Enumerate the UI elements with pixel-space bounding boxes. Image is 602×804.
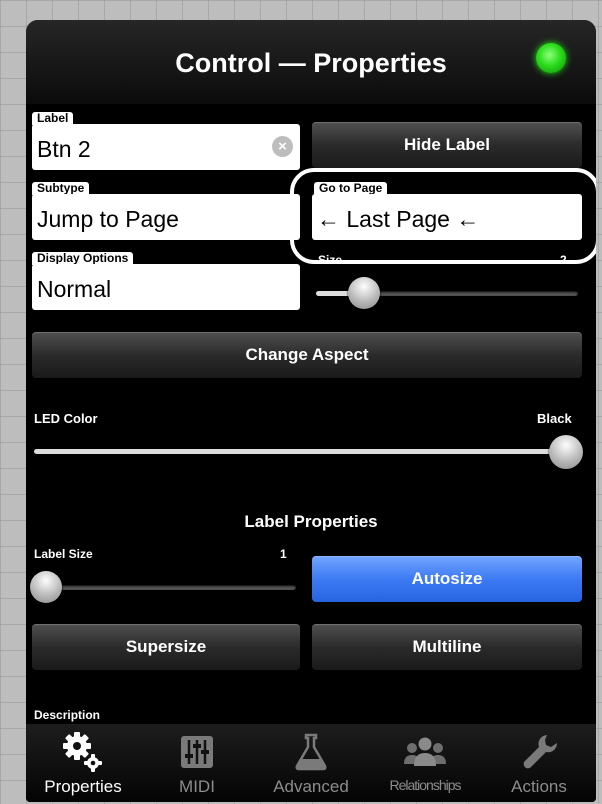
mixer-sliders-icon: [181, 736, 213, 768]
tab-advanced[interactable]: Advanced: [254, 724, 368, 802]
tab-bar: Properties MIDI Advanced Relationships A…: [26, 724, 596, 802]
properties-panel: Control — Properties Label Btn 2 × Hide …: [26, 20, 596, 802]
led-color-caption: LED Color: [34, 411, 98, 426]
subtype-field[interactable]: Jump to Page: [32, 194, 300, 240]
tab-label: Relationships: [389, 777, 461, 793]
wrench-icon: [523, 735, 558, 769]
hide-label-button[interactable]: Hide Label: [312, 122, 582, 168]
label-size-slider-track[interactable]: [34, 585, 296, 590]
clear-text-icon[interactable]: ×: [272, 136, 293, 157]
tab-label: Properties: [44, 777, 122, 796]
tab-label: MIDI: [179, 777, 215, 796]
size-value: 2: [560, 253, 567, 267]
tab-actions[interactable]: Actions: [482, 724, 596, 802]
supersize-button[interactable]: Supersize: [32, 624, 300, 670]
tab-label: Advanced: [273, 777, 349, 796]
title-bar: Control — Properties: [26, 20, 596, 104]
tab-relationships[interactable]: Relationships: [368, 724, 482, 802]
label-size-value: 1: [280, 547, 287, 561]
size-slider-knob[interactable]: [348, 277, 380, 309]
multiline-button[interactable]: Multiline: [312, 624, 582, 670]
label-size-caption: Label Size: [34, 547, 93, 561]
gears-icon: [63, 732, 102, 772]
size-caption: Size: [318, 253, 343, 267]
led-color-slider-knob[interactable]: [549, 435, 583, 469]
flask-icon: [295, 733, 327, 771]
tab-properties[interactable]: Properties: [26, 724, 140, 802]
change-aspect-button[interactable]: Change Aspect: [32, 332, 582, 378]
label-input-value: Btn 2: [37, 136, 91, 162]
label-input[interactable]: Btn 2 ×: [32, 124, 300, 170]
led-color-slider-track[interactable]: [34, 449, 570, 454]
led-color-value: Black: [537, 411, 572, 426]
page-title: Control — Properties: [175, 48, 447, 78]
label-size-slider-knob[interactable]: [30, 571, 62, 603]
label-properties-heading: Label Properties: [244, 512, 378, 531]
description-caption: Description: [34, 708, 101, 722]
status-led-icon: [536, 43, 566, 73]
annotation-highlight: [290, 168, 596, 264]
display-options-field[interactable]: Normal: [32, 264, 300, 310]
autosize-button[interactable]: Autosize: [312, 556, 582, 602]
tab-label: Actions: [511, 777, 567, 796]
people-icon: [404, 737, 446, 766]
tab-midi[interactable]: MIDI: [140, 724, 254, 802]
